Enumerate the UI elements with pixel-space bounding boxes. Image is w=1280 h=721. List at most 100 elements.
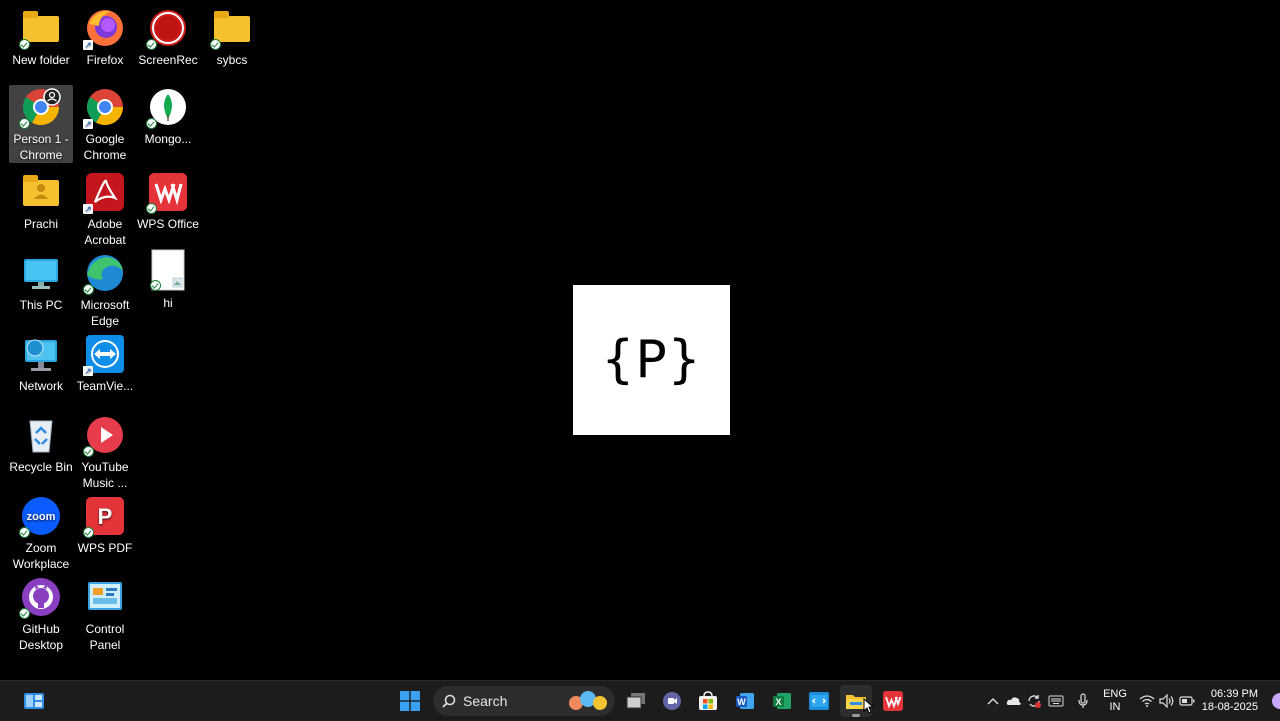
onedrive-tray[interactable]	[1005, 681, 1023, 721]
icon-label: New folder	[12, 53, 70, 67]
microsoft-store-button[interactable]	[692, 685, 724, 717]
icon-label: ScreenRec	[138, 53, 198, 67]
chrome-profile-icon	[19, 87, 61, 129]
logo-text: {P}	[601, 330, 702, 390]
icon-label: Person 1 - Chrome	[13, 132, 69, 162]
desktop-icon-sybcs[interactable]: sybcs	[200, 6, 264, 68]
language-code: ENG	[1103, 688, 1127, 700]
desktop-icon-firefox[interactable]: ↗ Firefox	[73, 6, 137, 68]
microphone-tray[interactable]	[1075, 681, 1091, 721]
icon-label: WPS Office	[137, 217, 199, 231]
center-logo: {P}	[573, 285, 730, 435]
desktop-icon-wps-pdf[interactable]: P WPS PDF	[73, 494, 137, 556]
desktop-icon-teamviewer[interactable]: ↗ TeamVie...	[73, 332, 137, 394]
desktop-icon-hi[interactable]: hi	[136, 247, 200, 311]
folder-icon	[210, 8, 252, 50]
language-indicator[interactable]: ENG IN	[1102, 688, 1128, 714]
wifi-tray[interactable]	[1138, 681, 1156, 721]
chat-icon	[663, 692, 681, 710]
icon-label: hi	[163, 296, 173, 310]
copilot-edge-icon[interactable]	[1272, 693, 1280, 709]
desktop-icon-recycle-bin[interactable]: Recycle Bin	[9, 413, 73, 475]
youtube-music-icon	[83, 415, 125, 457]
show-hidden-icons-button[interactable]	[985, 681, 1001, 721]
desktop-icon-network[interactable]: Network	[9, 332, 73, 394]
zoom-icon: zoom	[19, 496, 61, 538]
icon-label: Network	[18, 379, 63, 393]
image-file-icon	[148, 249, 188, 291]
desktop-icon-adobe-acrobat[interactable]: ↗ Adobe Acrobat	[73, 170, 137, 248]
icon-label: YouTube Music ...	[81, 460, 129, 490]
icon-label: Mongo...	[144, 132, 192, 146]
icon-label: TeamVie...	[76, 379, 134, 393]
icon-label: Recycle Bin	[9, 460, 73, 474]
touch-keyboard-tray[interactable]	[1047, 681, 1065, 721]
code-editor-icon	[809, 692, 829, 710]
excel-button[interactable]: X	[766, 685, 798, 717]
recycle-bin-icon	[21, 415, 61, 455]
screenrec-icon	[146, 8, 188, 50]
folder-icon	[19, 8, 61, 50]
desktop-icon-this-pc[interactable]: This PC	[9, 251, 73, 313]
desktop-icon-person1-chrome[interactable]: Person 1 - Chrome	[9, 85, 73, 163]
word-button[interactable]: W	[729, 685, 761, 717]
icon-label: Control Panel	[85, 622, 125, 652]
svg-text:X: X	[775, 697, 781, 707]
wifi-icon	[1139, 695, 1155, 707]
icon-label: Prachi	[23, 217, 58, 231]
wps-taskbar-button[interactable]	[877, 685, 909, 717]
widgets-button[interactable]	[18, 685, 50, 717]
desktop-icon-mongo[interactable]: Mongo...	[136, 85, 200, 147]
wps-office-icon	[883, 691, 903, 711]
clock-date: 18-08-2025	[1201, 701, 1258, 713]
desktop-icon-github-desktop[interactable]: GitHub Desktop	[9, 575, 73, 653]
volume-tray[interactable]	[1158, 681, 1176, 721]
language-region: IN	[1109, 701, 1121, 713]
store-icon	[699, 691, 717, 710]
desktop-icon-control-panel[interactable]: Control Panel	[73, 575, 137, 653]
wps-pdf-icon: P	[83, 496, 125, 538]
desktop-icon-prachi[interactable]: Prachi	[9, 170, 73, 232]
task-view-button[interactable]	[620, 685, 652, 717]
svg-text:P: P	[98, 504, 113, 529]
clock-time: 06:39 PM	[1210, 688, 1258, 700]
windows-logo-icon	[400, 691, 420, 711]
desktop-icon-zoom[interactable]: zoom Zoom Workplace	[9, 494, 73, 572]
control-panel-icon	[85, 577, 125, 617]
teams-chat-button[interactable]	[656, 685, 688, 717]
keyboard-icon	[1048, 695, 1064, 707]
active-indicator	[852, 714, 860, 717]
acrobat-icon: ↗	[83, 172, 125, 214]
word-icon: W	[736, 693, 754, 709]
widgets-icon	[24, 693, 44, 709]
desktop-icon-google-chrome[interactable]: ↗ Google Chrome	[73, 85, 137, 163]
desktop-icon-screenrec[interactable]: ScreenRec	[136, 6, 200, 68]
taskbar: Search W X ENG IN 06:39 PM 18-08-2025	[0, 680, 1280, 721]
mongodb-icon	[146, 87, 188, 129]
chevron-up-icon	[987, 698, 999, 705]
taskbar-search[interactable]: Search	[433, 686, 615, 716]
teamviewer-icon: ↗	[83, 334, 125, 376]
user-folder-icon	[21, 172, 61, 212]
vscode-button[interactable]	[803, 685, 835, 717]
desktop: New folder Person 1 - Chrome Prachi This…	[0, 0, 1280, 680]
svg-text:W: W	[737, 697, 746, 707]
firefox-icon: ↗	[83, 8, 125, 50]
mouse-cursor-icon	[863, 698, 873, 714]
icon-label: Microsoft Edge	[80, 298, 130, 328]
taskbar-clock[interactable]: 06:39 PM 18-08-2025	[1202, 688, 1258, 714]
desktop-icon-new-folder[interactable]: New folder	[9, 6, 73, 68]
sync-tray[interactable]	[1025, 681, 1043, 721]
chrome-icon: ↗	[83, 87, 125, 129]
task-view-icon	[626, 693, 645, 709]
sync-icon	[1028, 695, 1041, 708]
icon-label: Adobe Acrobat	[84, 217, 126, 247]
battery-tray[interactable]	[1178, 681, 1196, 721]
desktop-icon-wps-office[interactable]: WPS Office	[136, 170, 200, 232]
desktop-icon-youtube-music[interactable]: YouTube Music ...	[73, 413, 137, 491]
monitor-icon	[21, 253, 61, 293]
start-button[interactable]	[394, 685, 426, 717]
desktop-icon-microsoft-edge[interactable]: Microsoft Edge	[73, 251, 137, 329]
search-highlight-icon	[569, 691, 607, 710]
edge-icon	[83, 253, 125, 295]
